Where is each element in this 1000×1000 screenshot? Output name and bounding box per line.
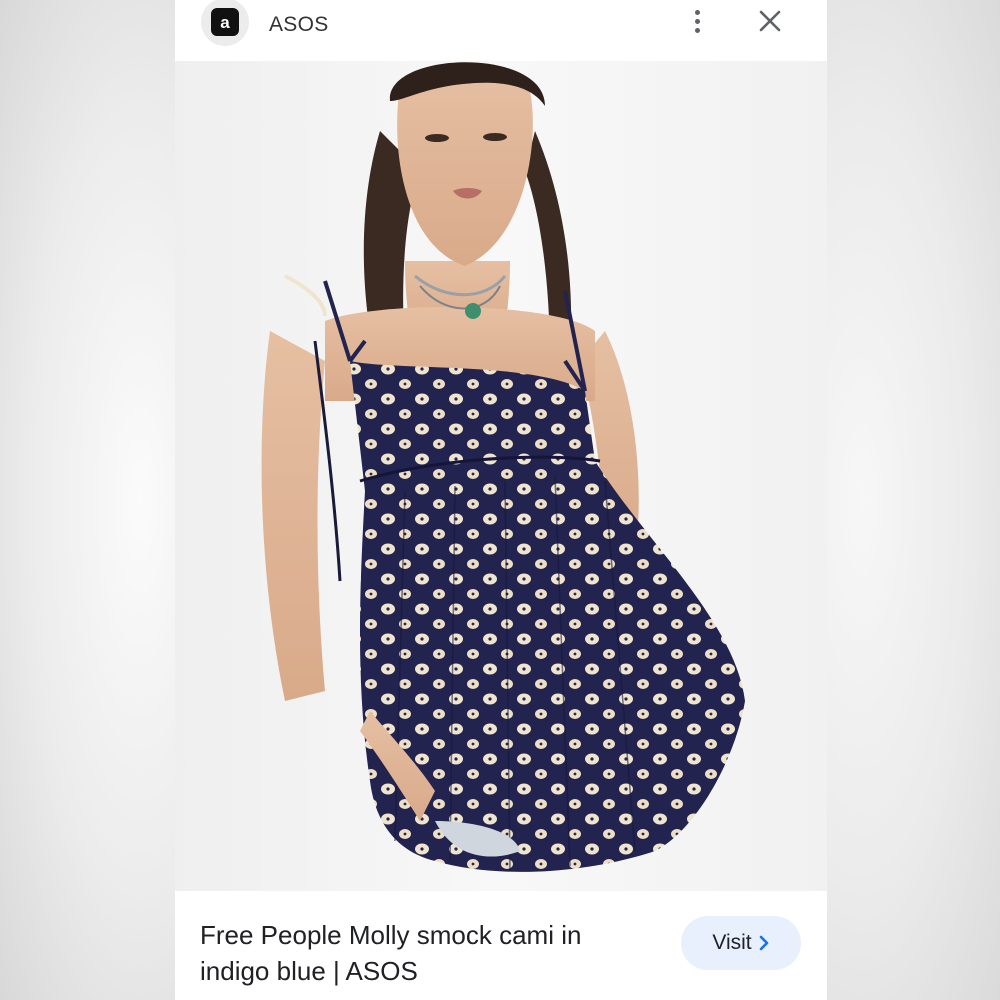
- site-name[interactable]: ASOS: [269, 13, 329, 37]
- close-icon[interactable]: [755, 6, 785, 36]
- backdrop-right: [827, 0, 1000, 1000]
- product-image[interactable]: [175, 61, 827, 891]
- image-viewer-card: a ASOS Free People Molly smock cami in i…: [175, 0, 827, 1000]
- result-footer: Free People Molly smock cami in indigo b…: [175, 891, 827, 1000]
- chevron-right-icon: [759, 935, 768, 951]
- more-vert-icon[interactable]: [685, 4, 709, 38]
- site-logo-icon[interactable]: a: [201, 0, 249, 46]
- product-title[interactable]: Free People Molly smock cami in indigo b…: [200, 917, 640, 989]
- viewer-header: a ASOS: [175, 0, 827, 60]
- visit-button[interactable]: Visit: [681, 916, 801, 970]
- logo-letter: a: [220, 12, 230, 32]
- visit-label: Visit: [712, 931, 752, 954]
- backdrop-left: [0, 0, 175, 1000]
